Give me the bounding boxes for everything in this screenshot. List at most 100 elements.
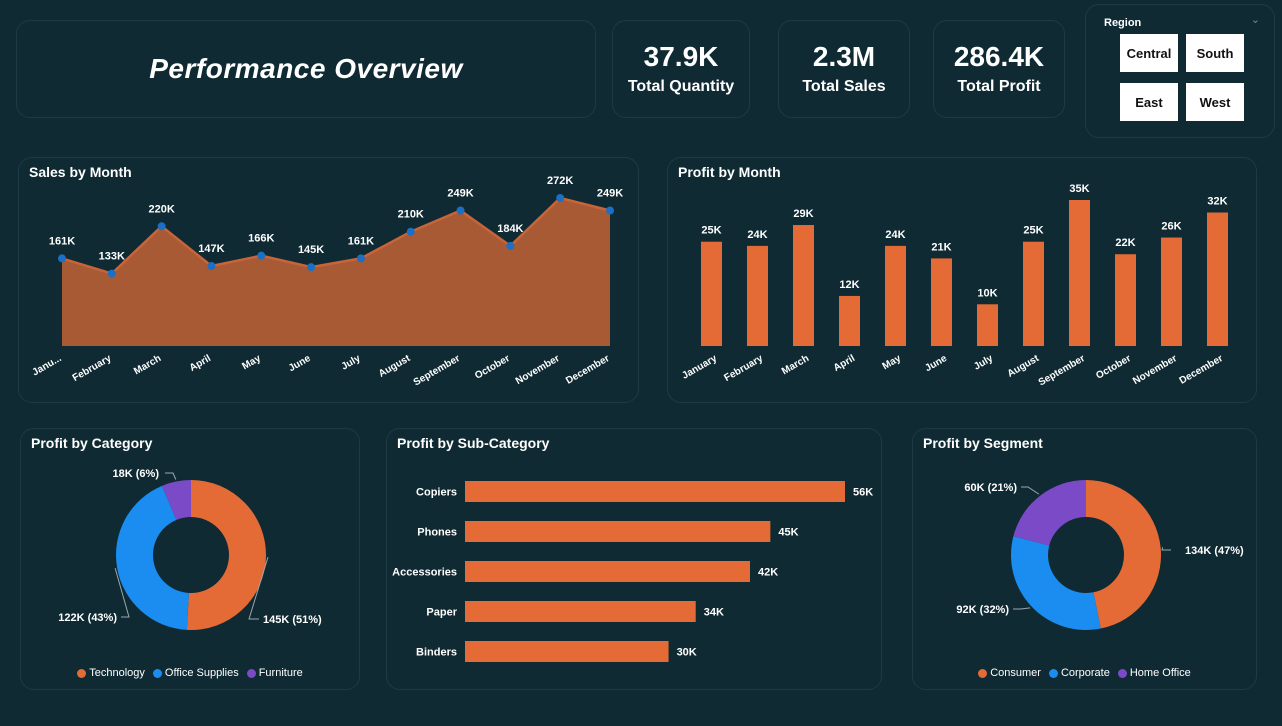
x-tick-label: Janu... — [31, 353, 64, 378]
x-tick-label: December — [564, 353, 611, 387]
data-label: 161K — [348, 235, 374, 247]
profit-by-segment-panel: Profit by Segment 134K (47%) 92K (32%) 60K… — [912, 428, 1257, 690]
x-tick-label: September — [1037, 353, 1087, 388]
bar — [885, 245, 906, 346]
x-tick-label: March — [780, 353, 811, 377]
y-tick-label: Phones — [417, 527, 457, 539]
chart-legend: Technology Office Supplies Furniture — [21, 667, 359, 679]
page-title: Performance Overview — [149, 53, 463, 84]
legend-item[interactable]: Consumer — [978, 667, 1041, 679]
pie-slice — [1011, 536, 1101, 630]
data-label: 45K — [778, 527, 798, 539]
leader-line — [1161, 547, 1171, 551]
x-tick-label: April — [832, 353, 857, 374]
bar — [465, 561, 750, 582]
x-tick-label: September — [412, 353, 462, 388]
data-label: 145K (51%) — [263, 614, 322, 626]
data-label: 25K — [701, 225, 721, 237]
legend-item[interactable]: Office Supplies — [152, 667, 239, 679]
bar — [1161, 237, 1182, 346]
region-slicer: Region ⌄ Central South East West — [1085, 4, 1275, 138]
sales-area — [62, 198, 610, 346]
bar — [465, 481, 845, 502]
data-label: 147K — [198, 243, 224, 255]
data-label: 220K — [148, 203, 174, 215]
data-label: 22K — [1115, 237, 1135, 249]
data-label: 210K — [398, 209, 424, 221]
data-label: 30K — [677, 647, 697, 659]
slicer-option-east[interactable]: East — [1118, 81, 1180, 123]
bar — [1207, 212, 1228, 346]
header-title-card: Performance Overview — [16, 20, 596, 118]
data-label: 34K — [704, 607, 724, 619]
profit-by-month-chart: 25K January 24K February 29K March 12K April 24K… — [680, 183, 1228, 388]
data-label: 24K — [747, 229, 767, 241]
data-label: 166K — [248, 233, 274, 245]
x-tick-label: May — [240, 353, 263, 372]
legend-item[interactable]: Furniture — [246, 667, 303, 679]
data-point — [606, 206, 614, 215]
kpi-card-total-profit: 286.4K Total Profit — [933, 20, 1065, 118]
bar — [931, 258, 952, 346]
data-point — [406, 227, 415, 236]
x-tick-label: July — [972, 353, 995, 373]
data-label: 29K — [793, 208, 813, 220]
bar — [1023, 241, 1044, 346]
profit-by-category-chart: 145K (51%) 122K (43%) 18K (6%) — [58, 468, 322, 630]
x-tick-label: July — [340, 353, 363, 373]
data-label: 25K — [1023, 225, 1043, 237]
data-point — [556, 194, 565, 202]
data-label: 134K (47%) — [1185, 545, 1244, 557]
x-tick-label: December — [1178, 353, 1225, 387]
sales-by-month-panel: Sales by Month 161K Janu... 133K February 22… — [18, 157, 639, 403]
slicer-option-west[interactable]: West — [1184, 81, 1246, 123]
x-tick-label: October — [473, 353, 512, 382]
data-point — [356, 254, 365, 263]
slicer-title: Region — [1104, 17, 1142, 29]
chevron-down-icon[interactable]: ⌄ — [1251, 13, 1260, 26]
sales-by-month-chart: 161K Janu... 133K February 220K March 147K Apri… — [31, 175, 624, 388]
x-tick-label: November — [1131, 353, 1179, 387]
profit-by-month-panel: Profit by Month 25K January 24K February 29K… — [667, 157, 1257, 403]
x-tick-label: April — [188, 353, 213, 374]
kpi-card-total-sales: 2.3M Total Sales — [778, 20, 910, 118]
y-tick-label: Paper — [426, 607, 457, 619]
bar — [465, 521, 771, 542]
x-tick-label: May — [881, 353, 904, 372]
x-tick-label: October — [1094, 353, 1133, 382]
bar — [465, 601, 696, 622]
x-tick-label: January — [680, 353, 719, 382]
x-tick-label: February — [71, 353, 114, 384]
kpi-label: Total Profit — [957, 78, 1041, 95]
slicer-option-south[interactable]: South — [1184, 32, 1246, 74]
pie-slice — [1086, 480, 1161, 629]
data-label: 24K — [885, 229, 905, 241]
kpi-card-total-quantity: 37.9K Total Quantity — [612, 20, 750, 118]
legend-label: Technology — [89, 667, 145, 679]
legend-item[interactable]: Corporate — [1048, 667, 1110, 679]
pie-slice — [186, 480, 266, 630]
slicer-option-central[interactable]: Central — [1118, 32, 1180, 74]
data-label: 10K — [977, 287, 997, 299]
profit-by-segment-chart: 134K (47%) 92K (32%) 60K (21%) — [956, 480, 1244, 630]
kpi-value: 2.3M — [812, 41, 876, 72]
data-point — [58, 254, 66, 263]
legend-item[interactable]: Technology — [77, 667, 145, 679]
data-point — [157, 222, 166, 231]
bar — [747, 245, 768, 346]
bar — [839, 295, 860, 346]
legend-label: Furniture — [258, 667, 303, 679]
legend-label: Corporate — [1060, 667, 1110, 679]
data-label: 161K — [49, 235, 75, 247]
kpi-label: Total Quantity — [627, 78, 735, 95]
legend-item[interactable]: Home Office — [1117, 667, 1191, 679]
legend-label: Office Supplies — [164, 667, 239, 679]
data-label: 56K — [853, 487, 873, 499]
bar — [793, 225, 814, 346]
leader-line — [1021, 486, 1040, 495]
data-label: 272K — [547, 175, 573, 187]
data-label: 184K — [497, 223, 523, 235]
x-tick-label: November — [514, 353, 562, 387]
data-label: 21K — [931, 241, 951, 253]
data-label: 122K (43%) — [58, 612, 117, 624]
